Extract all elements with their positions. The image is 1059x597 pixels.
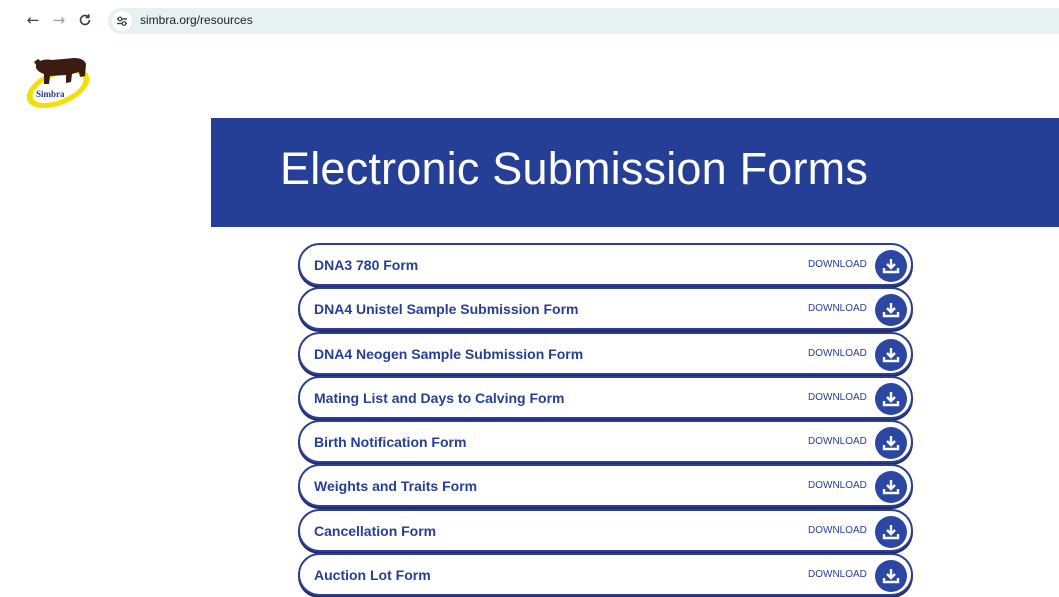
address-bar[interactable]: simbra.org/resources [108,8,1059,34]
form-name: Mating List and Days to Calving Form [314,389,565,406]
browser-toolbar: ← → simbra.org/resources [0,0,1059,40]
form-name: DNA3 780 Form [314,257,419,273]
url-text: simbra.org/resources [140,13,253,27]
form-row[interactable]: DNA4 Neogen Sample Submission Form DOWNL… [298,331,913,375]
back-arrow-icon[interactable]: ← [22,9,44,31]
form-row[interactable]: DNA3 780 Form DOWNLOAD [298,243,913,286]
form-row[interactable]: Weights and Traits Form DOWNLOAD [298,464,913,508]
download-icon[interactable] [875,382,907,415]
forms-list: DNA3 780 Form DOWNLOAD DNA4 Unistel Samp… [298,243,913,597]
download-link[interactable]: DOWNLOAD [808,436,867,447]
simbra-logo[interactable]: Simbra [22,50,94,109]
site-info-icon[interactable] [112,11,132,31]
download-link[interactable]: DOWNLOAD [808,569,867,580]
download-link[interactable]: DOWNLOAD [808,525,867,536]
form-name: Birth Notification Form [314,434,467,451]
form-name: Cancellation Form [314,522,437,539]
form-row[interactable]: DNA4 Unistel Sample Submission Form DOWN… [298,287,913,331]
download-icon[interactable] [875,294,907,327]
download-icon[interactable] [875,471,907,504]
form-row[interactable]: Birth Notification Form DOWNLOAD [298,420,913,464]
download-link[interactable]: DOWNLOAD [808,348,867,359]
download-link[interactable]: DOWNLOAD [808,392,867,403]
form-name: DNA4 Neogen Sample Submission Form [314,345,584,362]
logo-text: Simbra [36,89,65,99]
download-icon[interactable] [875,515,907,548]
form-name: DNA4 Unistel Sample Submission Form [314,301,579,318]
form-row[interactable]: Mating List and Days to Calving Form DOW… [298,375,913,419]
download-link[interactable]: DOWNLOAD [808,303,867,314]
download-link[interactable]: DOWNLOAD [808,259,867,270]
forward-arrow-icon[interactable]: → [48,9,70,31]
page-banner: Electronic Submission Forms [211,118,1059,227]
form-name: Auction Lot Form [314,567,431,584]
download-link[interactable]: DOWNLOAD [808,480,867,491]
download-icon[interactable] [875,250,907,282]
download-icon[interactable] [875,427,907,460]
page-title: Electronic Submission Forms [280,143,869,194]
form-row[interactable]: Auction Lot Form DOWNLOAD [298,553,913,597]
reload-icon[interactable] [74,9,96,31]
form-row[interactable]: Cancellation Form DOWNLOAD [298,508,913,552]
download-icon[interactable] [875,338,907,371]
form-name: Weights and Traits Form [314,478,478,495]
download-icon[interactable] [875,560,907,593]
